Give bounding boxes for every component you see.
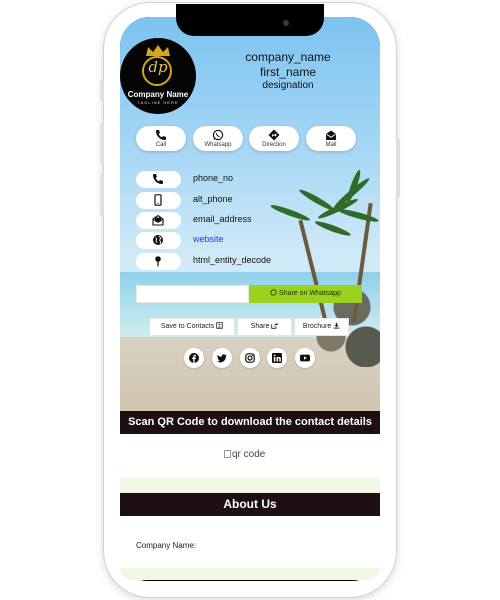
bottom-strip <box>120 568 380 580</box>
company-logo: dp Company Name TAGLINE HERE <box>120 38 196 114</box>
whatsapp-icon <box>212 129 224 141</box>
contact-row-address[interactable]: html_entity_decode <box>136 253 376 270</box>
qr-code-image: qr code <box>224 449 265 460</box>
whatsapp-icon <box>270 289 277 296</box>
save-to-contacts-label: Save to Contacts <box>160 323 215 330</box>
mail-label: Mail <box>325 142 337 148</box>
phone-notch <box>176 4 324 36</box>
person-name: first_name <box>259 65 317 79</box>
phone-icon <box>153 174 163 184</box>
brochure-label: Brochure <box>302 323 332 330</box>
alt-phone-number: alt_phone <box>193 194 233 204</box>
download-icon <box>333 322 340 329</box>
contact-card-icon <box>216 322 223 329</box>
contact-row-email[interactable]: email_address <box>136 212 376 229</box>
mobile-icon <box>154 194 162 206</box>
mail-button[interactable]: Mail <box>306 126 356 151</box>
whatsapp-number-input[interactable] <box>136 285 249 303</box>
contact-icon-badge <box>136 253 181 270</box>
share-label: Share <box>250 323 270 330</box>
share-button[interactable]: Share <box>237 318 292 336</box>
envelope-open-icon <box>152 214 164 226</box>
linkedin-icon <box>272 353 282 363</box>
contact-row-phone[interactable]: phone_no <box>136 171 376 188</box>
logo-company-name: Company Name <box>127 90 189 99</box>
share-icon <box>271 322 279 329</box>
website-link[interactable]: website <box>193 234 224 244</box>
contact-icon-badge <box>136 232 181 249</box>
about-heading: About Us <box>120 493 380 516</box>
facebook-link[interactable] <box>184 348 204 368</box>
company-name: company_name <box>245 50 331 64</box>
call-label: Call <box>155 142 167 148</box>
contact-icon-badge <box>136 192 181 209</box>
phone-power-button <box>396 138 400 198</box>
youtube-icon <box>300 354 310 362</box>
linkedin-link[interactable] <box>267 348 287 368</box>
direction-button[interactable]: Direction <box>249 126 299 151</box>
save-to-contacts-button[interactable]: Save to Contacts <box>149 318 235 336</box>
direction-label: Direction <box>262 142 286 148</box>
qr-code-alt-text: qr code <box>232 449 266 460</box>
designation: designation <box>262 80 314 91</box>
contact-row-website[interactable]: website <box>136 232 376 249</box>
about-company-name-label: Company Name: <box>136 541 197 550</box>
twitter-icon <box>217 354 227 363</box>
logo-monogram: dp <box>148 58 168 76</box>
section-spacer <box>120 478 380 493</box>
camera-icon <box>283 20 289 26</box>
facebook-icon <box>189 353 199 363</box>
twitter-link[interactable] <box>212 348 232 368</box>
mail-icon <box>326 130 336 140</box>
address: html_entity_decode <box>193 255 272 265</box>
map-pin-icon <box>155 256 161 267</box>
brochure-button[interactable]: Brochure <box>294 318 349 336</box>
email-address: email_address <box>193 214 252 224</box>
instagram-link[interactable] <box>240 348 260 368</box>
logo-tagline: TAGLINE HERE <box>137 100 179 105</box>
contact-row-alt-phone[interactable]: alt_phone <box>136 192 376 209</box>
phone-icon <box>156 130 166 140</box>
phone-number: phone_no <box>193 173 234 183</box>
qr-section-heading: Scan QR Code to download the contact det… <box>120 411 380 434</box>
direction-icon <box>268 129 280 141</box>
phone-volume-down <box>100 174 104 216</box>
share-on-whatsapp-label: Share on Whatsapp <box>279 290 341 297</box>
broken-image-icon <box>224 450 231 459</box>
phone-side-button <box>100 80 104 102</box>
instagram-icon <box>245 353 255 363</box>
contact-icon-badge <box>136 171 181 188</box>
contact-icon-badge <box>136 212 181 229</box>
whatsapp-button[interactable]: Whatsapp <box>193 126 243 151</box>
whatsapp-label: Whatsapp <box>204 142 232 148</box>
call-button[interactable]: Call <box>136 126 186 151</box>
phone-volume-up <box>100 122 104 164</box>
globe-icon <box>153 235 163 245</box>
youtube-link[interactable] <box>295 348 315 368</box>
share-on-whatsapp-button[interactable]: Share on Whatsapp <box>249 285 362 303</box>
